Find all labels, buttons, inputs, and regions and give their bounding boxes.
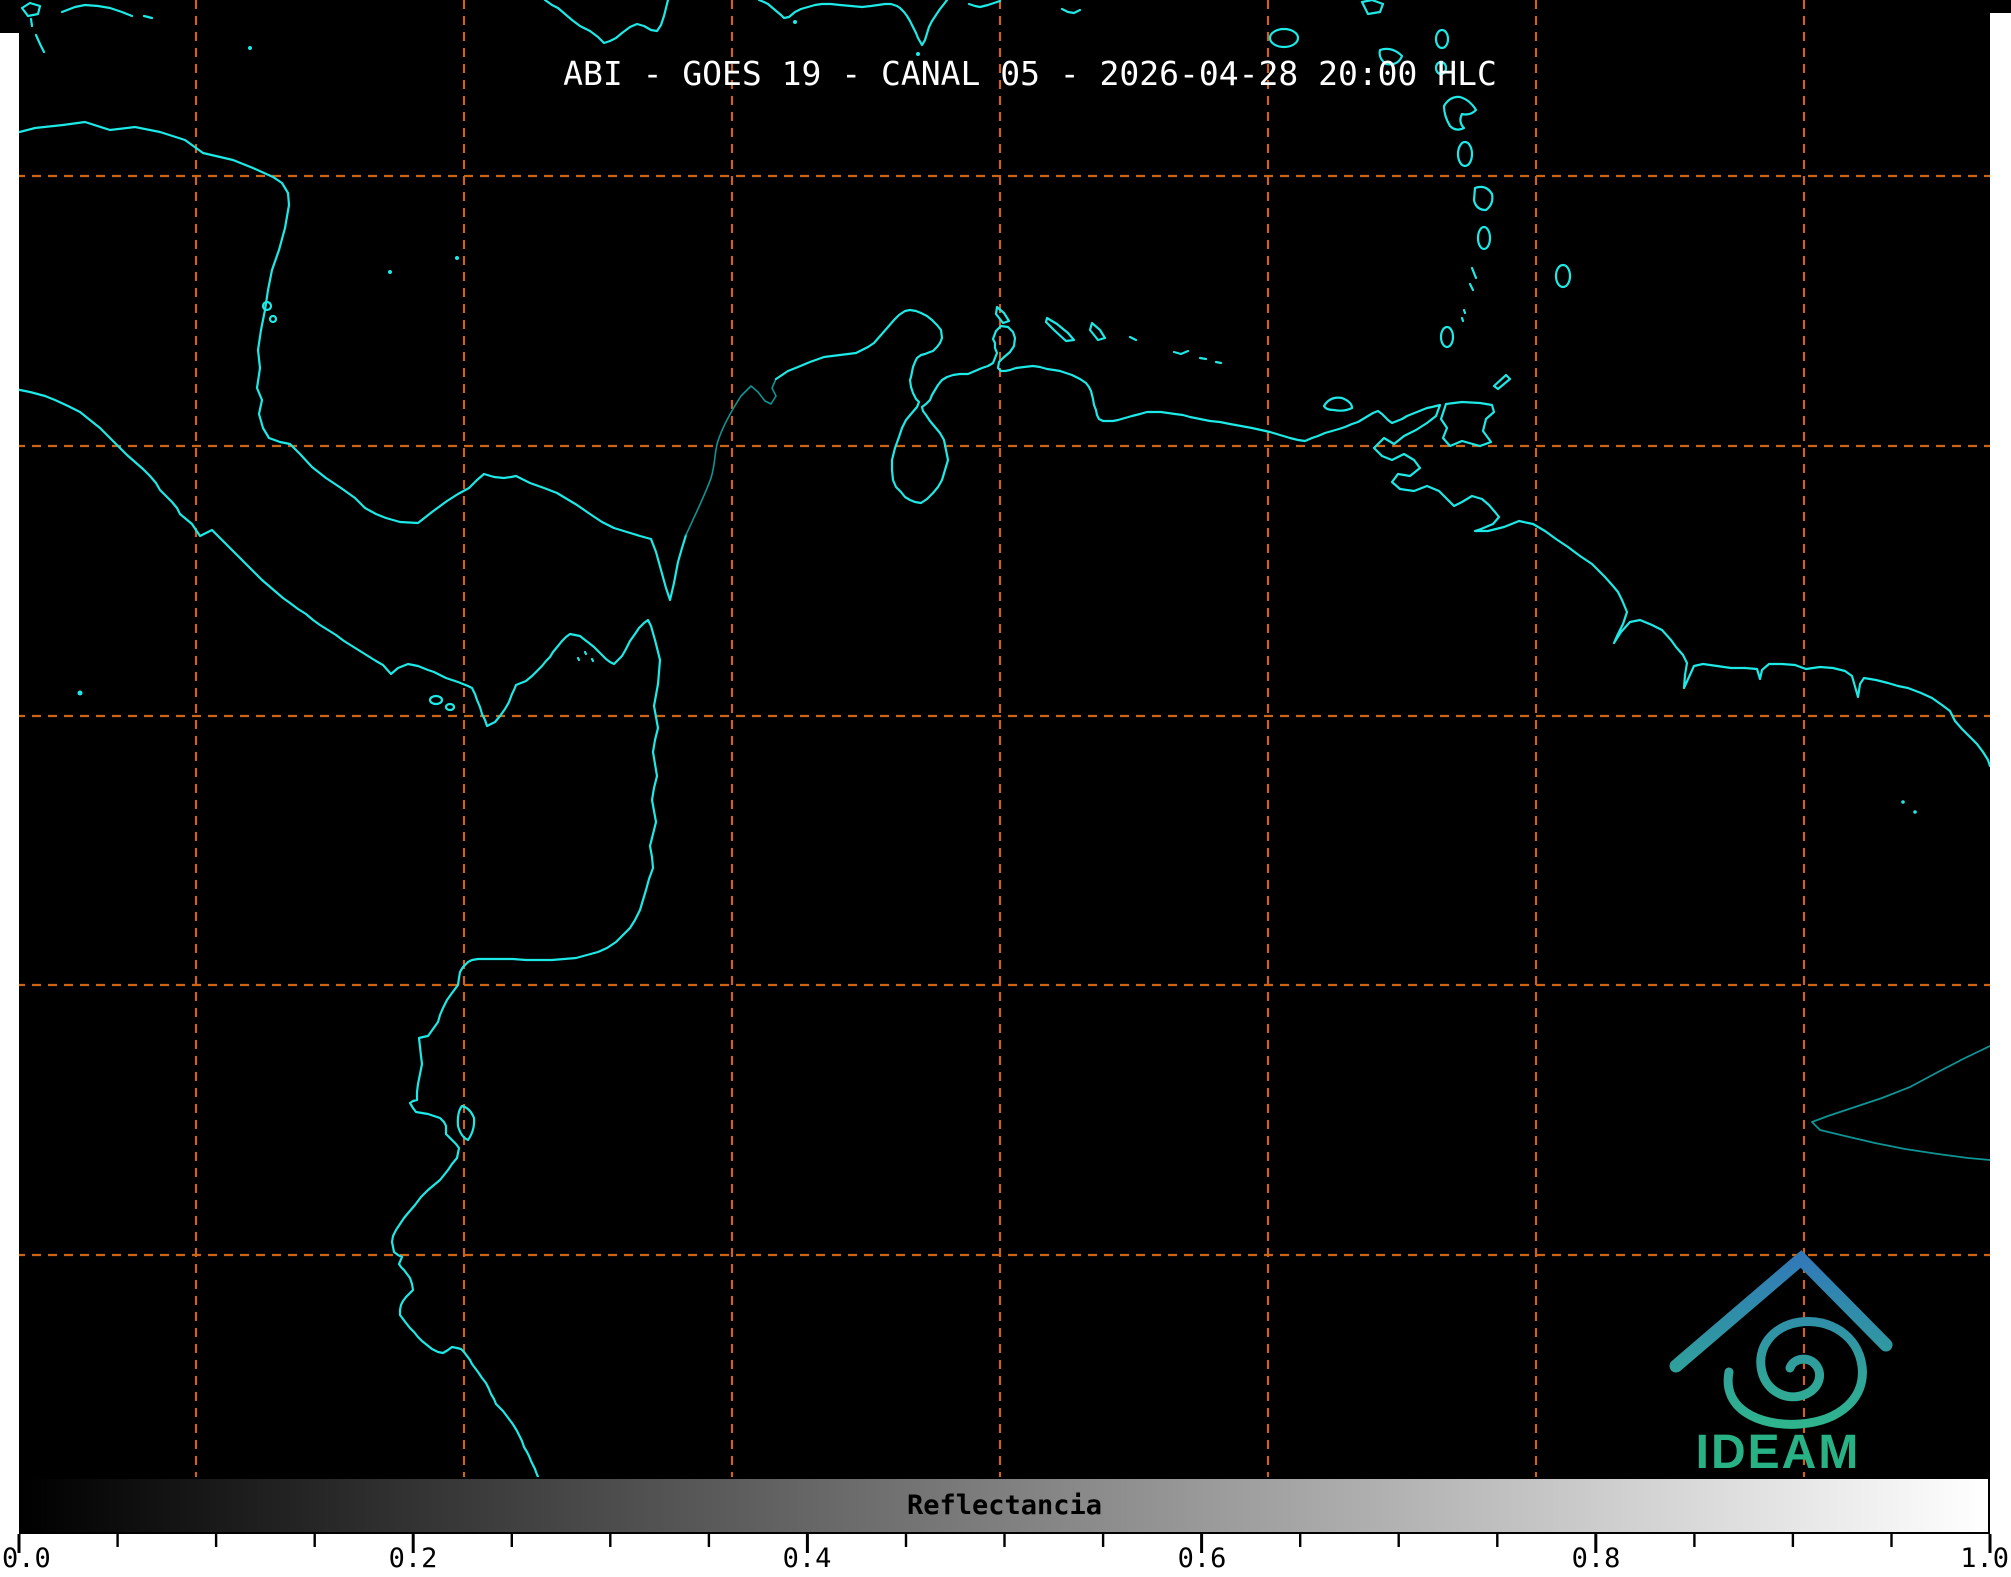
colorbar-tick-label-2: 0.4 <box>782 1543 832 1574</box>
colorbar-footer: Reflectancia 0.0 0.2 0.4 0.6 0.8 1.0 <box>0 1477 2011 1577</box>
map-canvas <box>0 0 2011 1477</box>
scan-edge-right <box>1990 13 2011 1477</box>
scan-edge-left <box>0 33 19 1477</box>
colorbar-ticks <box>17 1534 1992 1553</box>
ideam-logo-text: IDEAM <box>1695 1426 1861 1479</box>
image-title: ABI - GOES 19 - CANAL 05 - 2026-04-28 20… <box>563 54 1497 93</box>
colorbar-tick-label-0: 0.0 <box>2 1543 51 1574</box>
space-background <box>0 0 2011 1477</box>
satellite-image-figure: ABI - GOES 19 - CANAL 05 - 2026-04-28 20… <box>0 0 2011 1577</box>
colorbar-tick-label-5: 1.0 <box>1960 1543 2009 1574</box>
colorbar-tick-label-3: 0.6 <box>1177 1543 1227 1574</box>
colorbar-tick-label-1: 0.2 <box>388 1543 438 1574</box>
colorbar-tick-label-4: 0.8 <box>1571 1543 1621 1574</box>
